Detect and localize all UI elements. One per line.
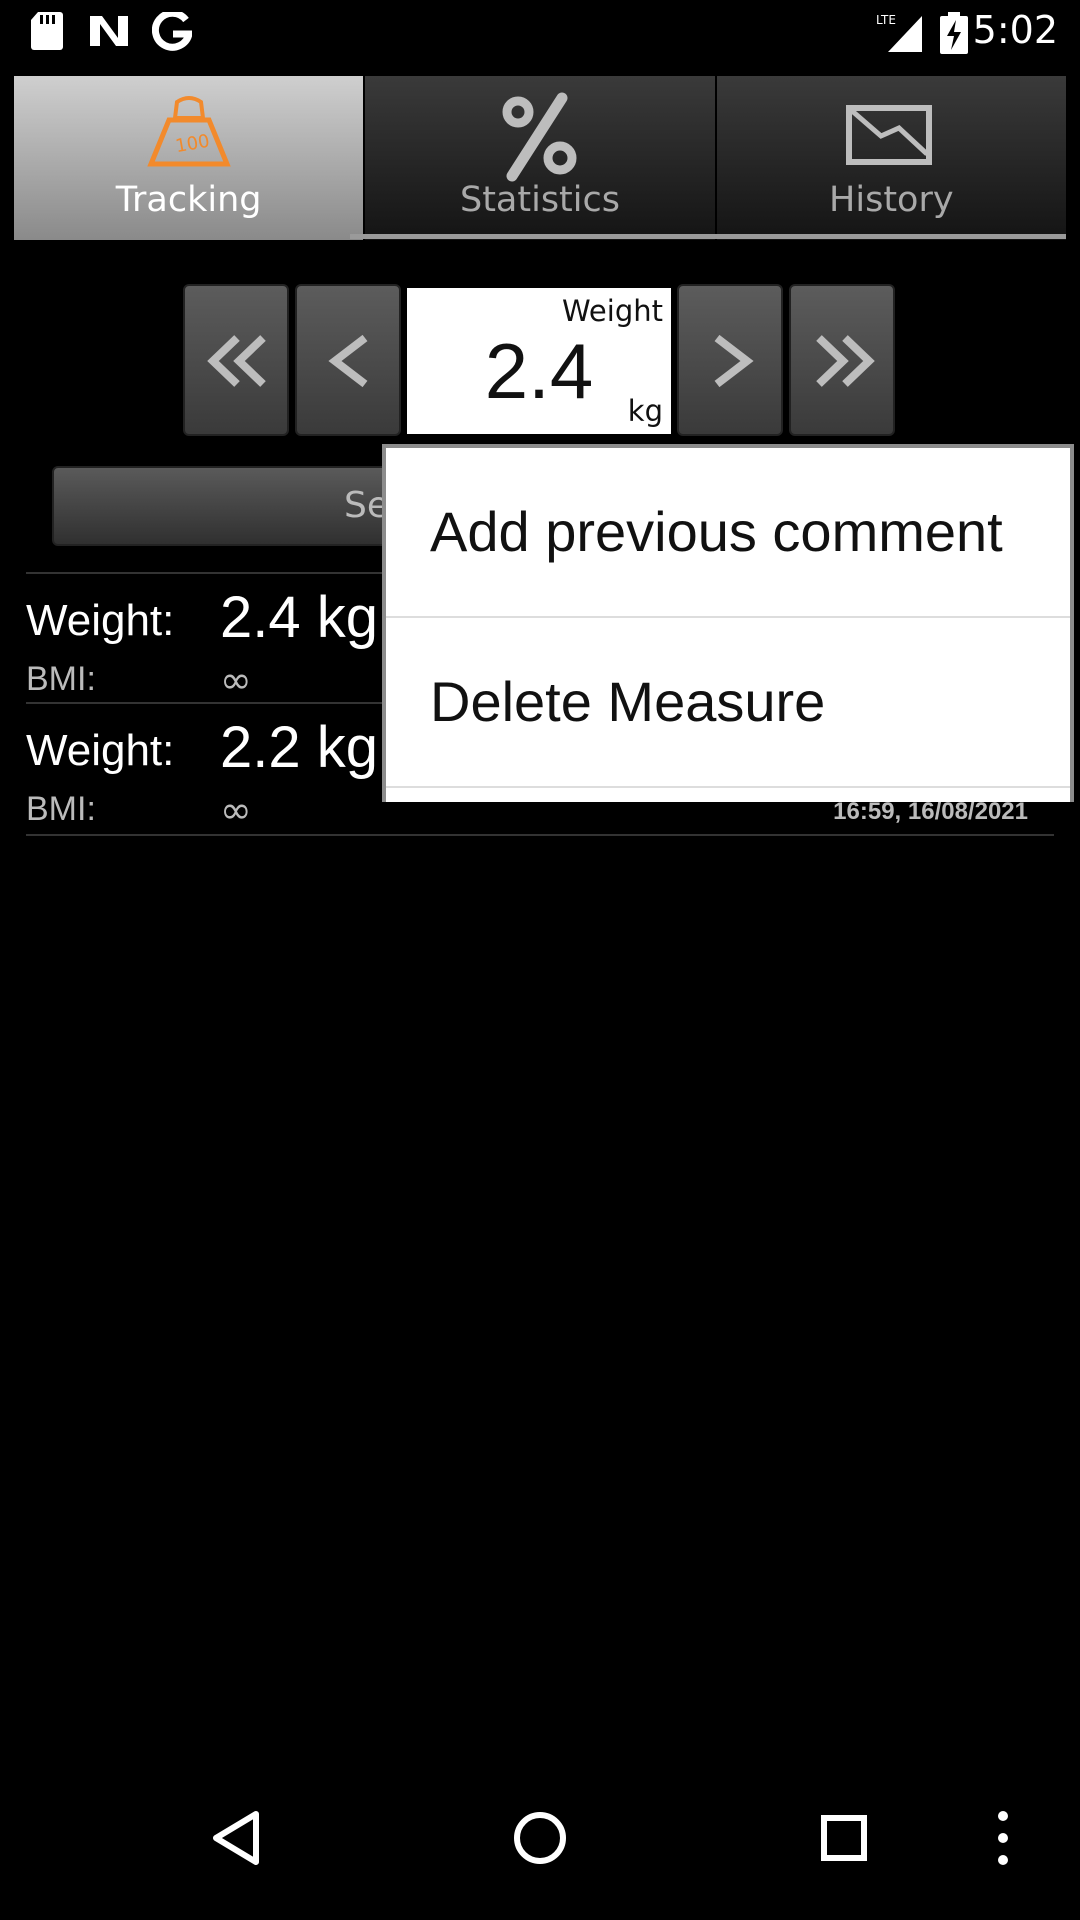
lte-signal-icon: LTE [876,13,922,52]
list-divider [26,834,1054,836]
weight-label: Weight: [26,596,175,645]
history-chart-icon [846,105,933,165]
clock: 5:02 [972,8,1058,52]
svg-text:100: 100 [173,131,210,158]
recents-icon[interactable] [818,1806,878,1870]
double-right-icon [816,335,875,387]
percent-icon [502,92,577,182]
weight-label: Weight: [26,726,175,775]
weight-value: 2.2 kg [220,715,378,780]
right-icon [714,334,754,388]
double-left-icon [207,335,266,387]
increase-large-button[interactable] [789,284,895,436]
tab-label: Statistics [459,180,620,220]
context-menu: Add previous comment Delete Measure [382,444,1074,802]
tab-history[interactable]: History [716,76,1066,240]
bmi-label: BMI: [26,660,96,698]
menu-divider [386,786,1070,788]
bmi-value: ∞ [220,658,252,702]
network-type: LTE [876,13,896,27]
tab-label: History [829,180,954,220]
entry-date: 16:59, 16/08/2021 [833,798,1028,825]
menu-item-delete-measure[interactable]: Delete Measure [386,618,1070,786]
bmi-value: ∞ [220,788,252,832]
decrease-large-button[interactable] [183,284,289,436]
weight-label: Weight [561,294,663,328]
weight-scale-icon: 100 [146,96,231,167]
sd-card-icon [31,12,63,50]
weight-value: 2.4 kg [220,585,378,650]
tab-bar: 100 Tracking Statistics History [14,76,1066,240]
menu-item-add-previous-comment[interactable]: Add previous comment [386,448,1070,616]
left-icon [328,334,368,388]
tab-statistics[interactable]: Statistics [365,76,717,240]
bmi-label: BMI: [26,790,96,828]
home-icon[interactable] [510,1806,574,1870]
battery-charging-icon [940,12,968,54]
n-notification-icon [90,16,128,46]
tab-tracking[interactable]: 100 Tracking [14,76,366,240]
status-bar: LTE 5:02 [0,0,1080,62]
tab-label: Tracking [115,180,262,220]
navigation-bar [0,1776,1080,1920]
increase-button[interactable] [677,284,783,436]
decrease-button[interactable] [295,284,401,436]
weight-value-display[interactable]: Weight 2.4 kg [407,288,671,434]
weight-unit: kg [627,394,663,428]
more-icon[interactable] [988,1806,1018,1870]
back-icon[interactable] [206,1806,266,1870]
google-icon [152,12,192,51]
tab-underline [350,234,1066,239]
